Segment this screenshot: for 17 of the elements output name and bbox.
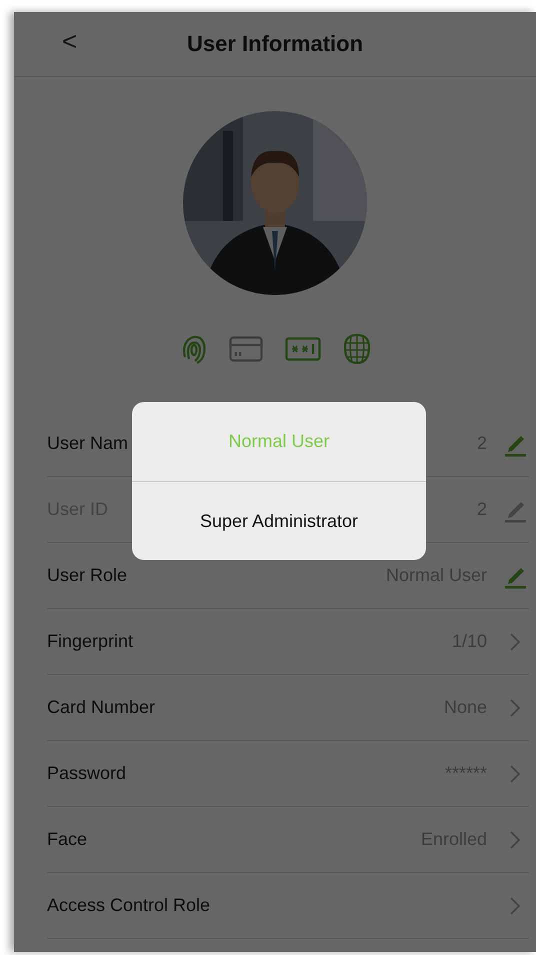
row-value: ****** [444, 763, 487, 784]
row-label: Card Number [47, 697, 156, 718]
row-label: User Nam [47, 433, 128, 454]
chevron-right-icon[interactable] [510, 764, 520, 782]
chevron-right-icon[interactable] [510, 632, 520, 650]
role-option[interactable]: Normal User [132, 402, 426, 481]
chevron-right-icon[interactable] [510, 698, 520, 716]
row-label: Access Control Role [47, 895, 210, 916]
page-title: User Information [186, 31, 364, 57]
chevron-right-icon[interactable] [510, 896, 520, 914]
row-label: Fingerprint [47, 631, 134, 652]
role-option[interactable]: Super Administrator [132, 481, 426, 560]
row-label: User Role [47, 565, 128, 586]
back-button[interactable]: < [56, 26, 84, 57]
chevron-right-icon[interactable] [510, 830, 520, 848]
row-label: Password [47, 763, 126, 784]
row-label: Face [47, 829, 88, 850]
